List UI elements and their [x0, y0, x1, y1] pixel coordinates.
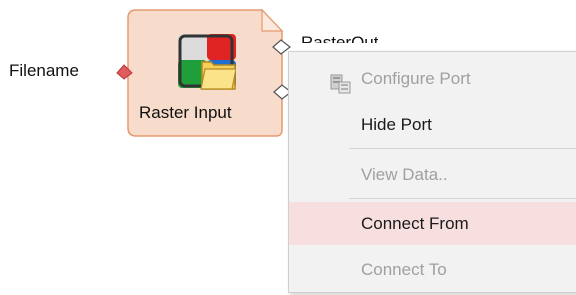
input-port-label: Filename — [9, 61, 79, 80]
raster-folder-icon — [178, 34, 237, 90]
menu-item-label: Hide Port — [361, 115, 432, 134]
menu-item-configure-port[interactable]: Configure Port — [289, 57, 576, 100]
menu-separator — [349, 198, 576, 199]
menu-item-label: View Data.. — [361, 165, 448, 184]
port-context-menu: Configure Port Hide Port View Data.. Con… — [288, 51, 576, 293]
menu-item-label: Configure Port — [361, 69, 471, 88]
menu-item-label: Connect From — [361, 214, 469, 233]
model-canvas[interactable]: Raster Input Filename RasterOut Configur… — [0, 0, 576, 295]
menu-item-connect-from[interactable]: Connect From — [289, 202, 576, 245]
menu-item-label: Connect To — [361, 260, 447, 279]
menu-item-view-data[interactable]: View Data.. — [289, 153, 576, 196]
node-title: Raster Input — [139, 103, 232, 122]
configure-port-icon — [330, 68, 352, 94]
menu-item-hide-port[interactable]: Hide Port — [289, 103, 576, 146]
menu-separator — [349, 148, 576, 149]
node-folded-corner — [261, 8, 284, 32]
output-port-label: RasterOut — [301, 33, 379, 43]
menu-item-connect-to[interactable]: Connect To — [289, 248, 576, 291]
